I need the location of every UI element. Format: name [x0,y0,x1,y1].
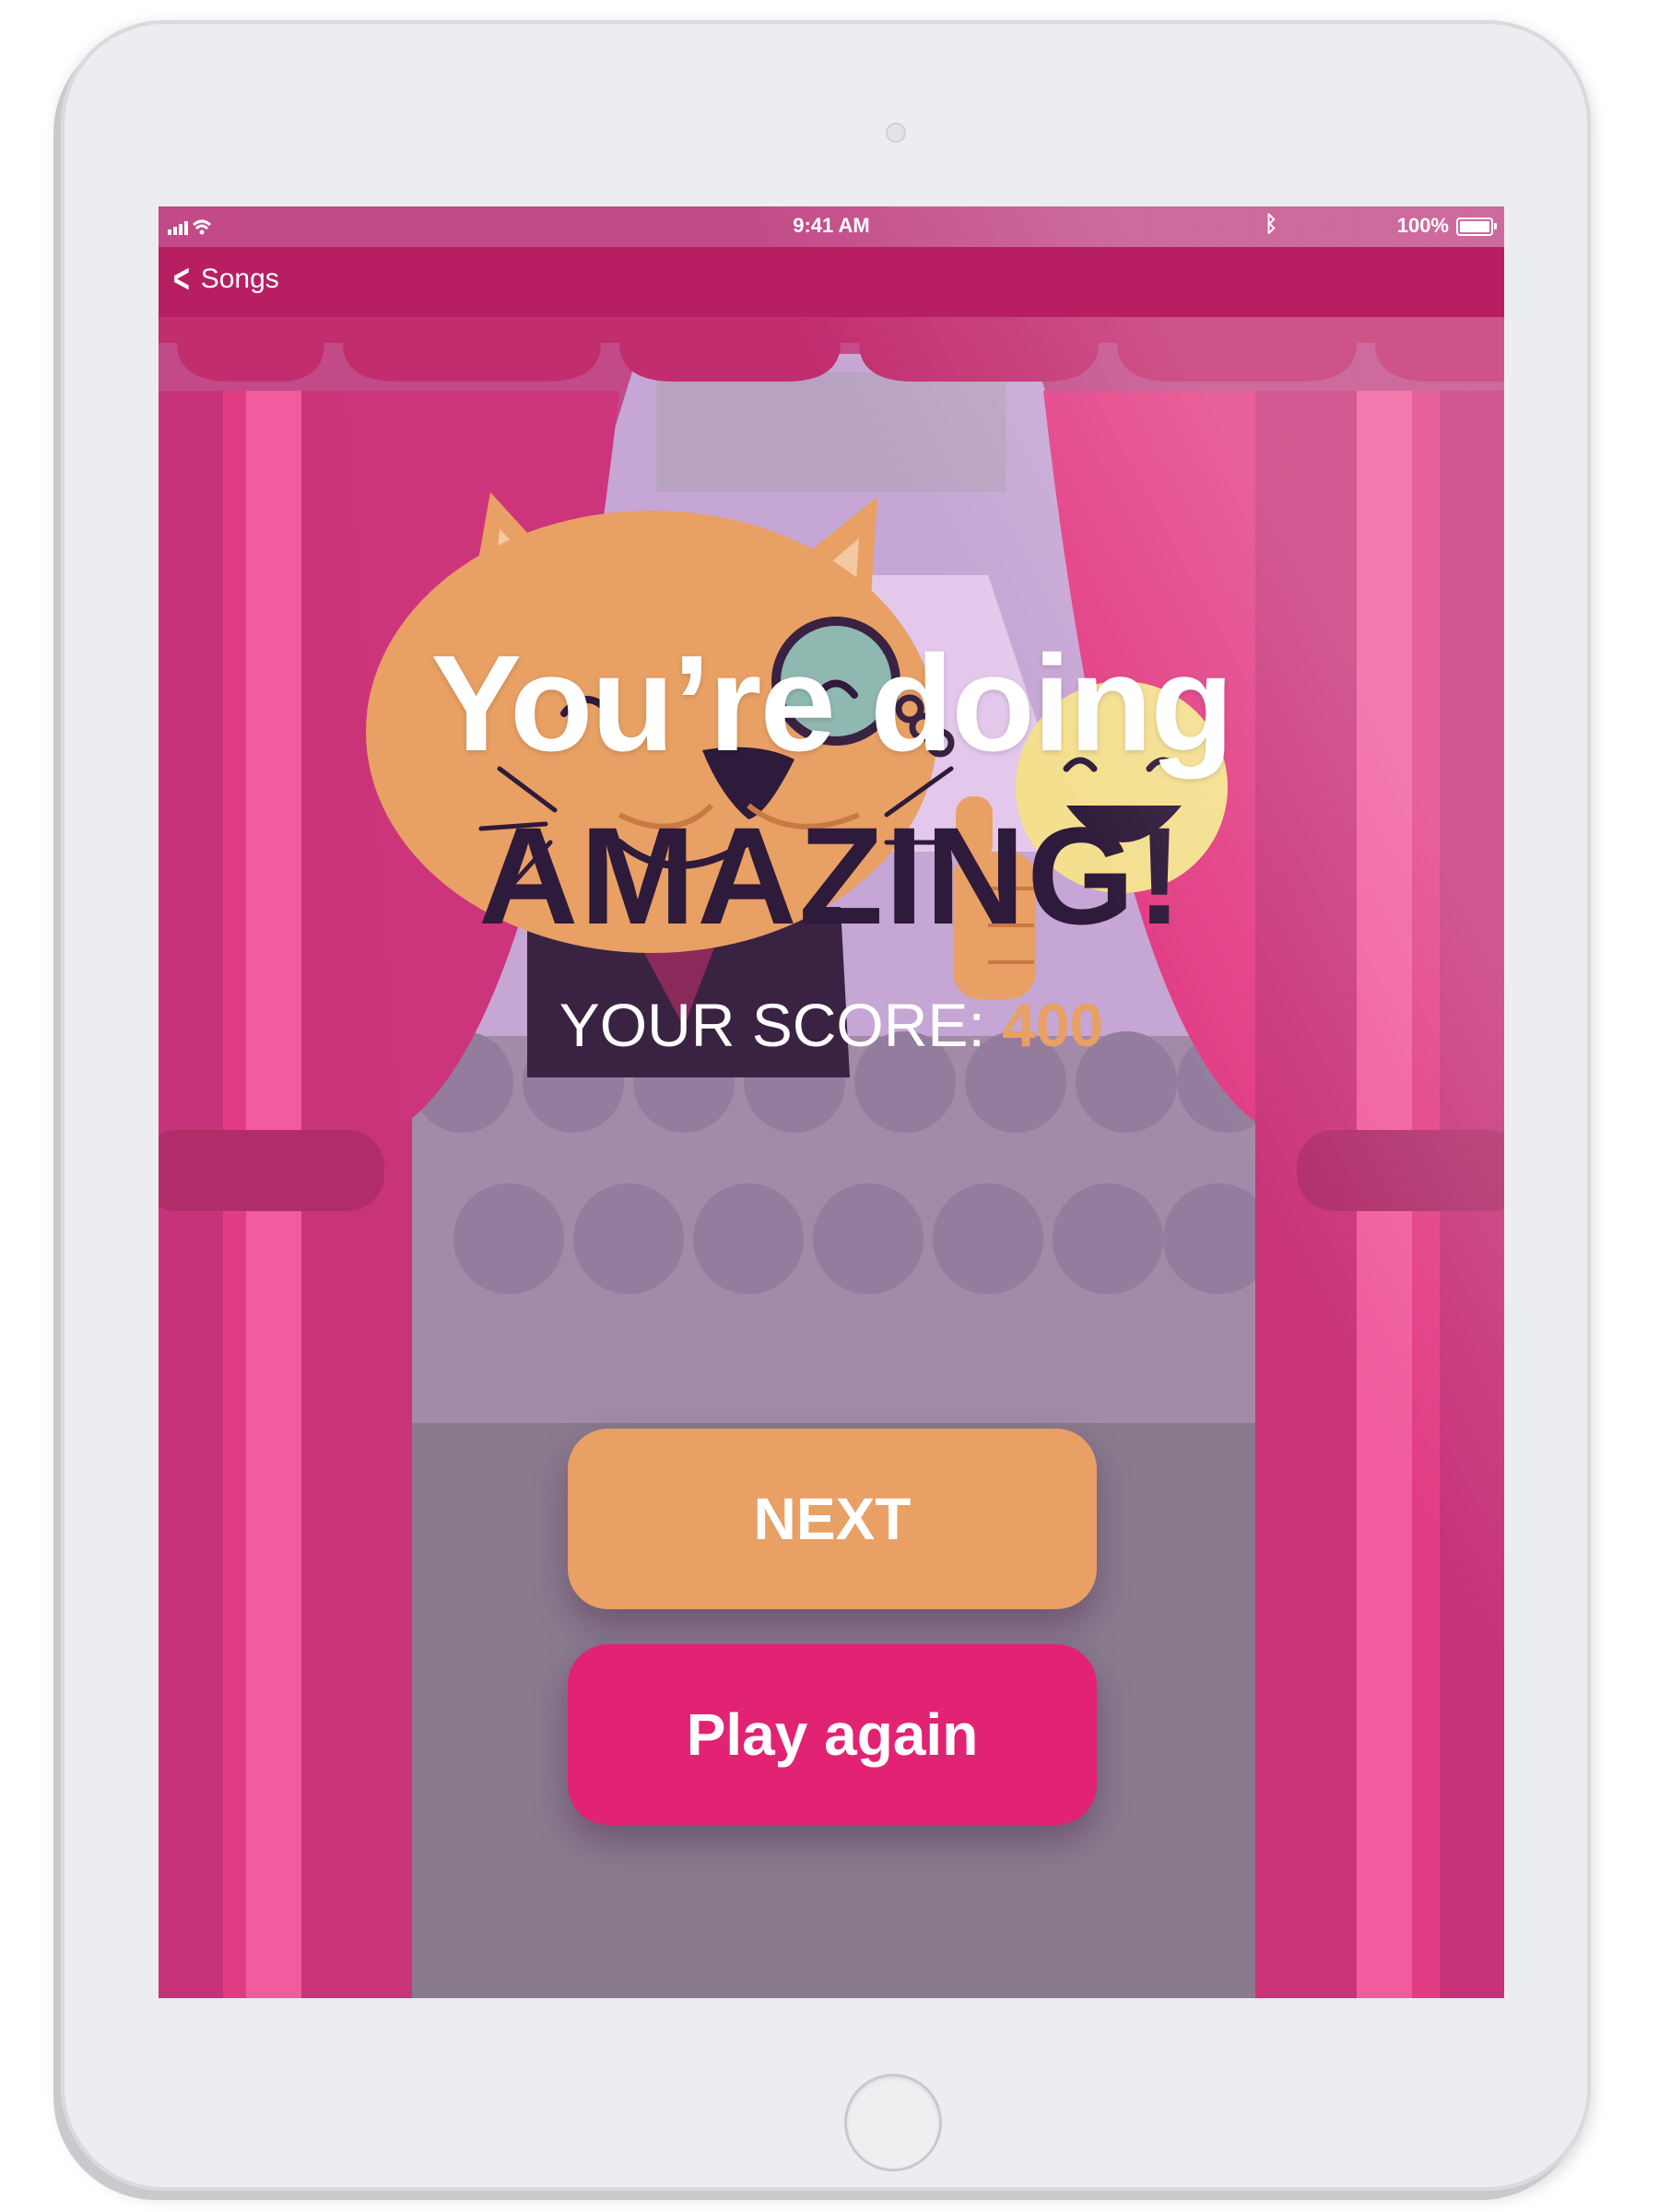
score-label: YOUR SCORE: [559,991,985,1059]
status-bar: 9:41 AM ᛒ 100% [159,206,1504,247]
play-again-button[interactable]: Play again [568,1644,1097,1825]
battery-percent: 100% [1396,214,1449,237]
result-headline: AMAZING! [478,798,1184,953]
home-button[interactable] [844,2074,942,2171]
chevron-left-icon: < [172,256,190,301]
navigation-bar: < Songs [159,247,1504,317]
battery-icon [1456,218,1497,236]
result-line-1: You’re doing [430,628,1233,780]
score-display: YOUR SCORE: 400 [159,990,1504,1060]
app-screen: 9:41 AM ᛒ 100% < Songs You’re doing AMAZ… [159,206,1504,1998]
back-button-label: Songs [200,264,279,294]
next-button[interactable]: NEXT [568,1429,1097,1609]
bluetooth-icon: ᛒ [1265,212,1278,237]
status-time: 9:41 AM [793,214,870,237]
front-camera [886,123,906,143]
back-button[interactable]: < Songs [170,256,279,301]
score-value: 400 [1002,991,1104,1059]
